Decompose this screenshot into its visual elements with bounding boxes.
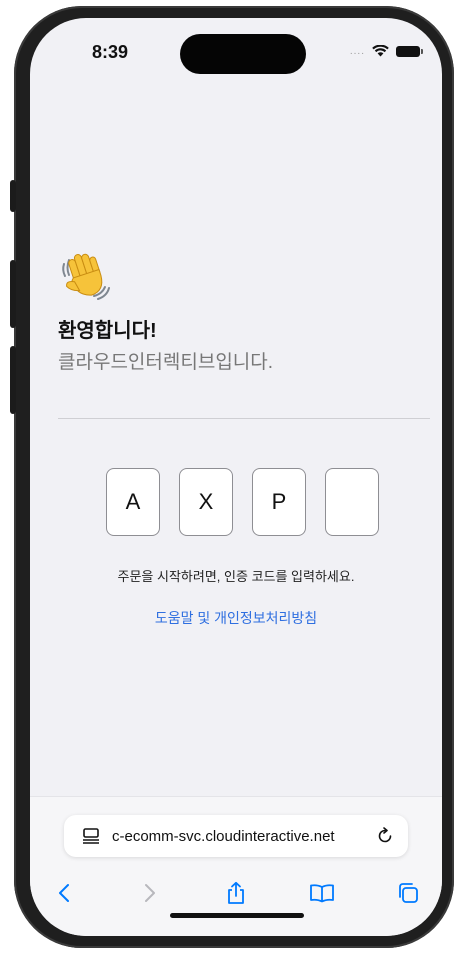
back-icon xyxy=(59,884,69,902)
tabs-icon xyxy=(399,883,418,903)
welcome-title: 환영합니다! xyxy=(58,320,157,342)
phone-screen: 8:39 .... 환영합니다! 클라우드인터렉티브입니다. A X P 주문을… xyxy=(30,18,442,936)
back-button[interactable] xyxy=(44,873,84,913)
url-text: c-ecomm-svc.cloudinteractive.net xyxy=(112,827,335,845)
code-box-3[interactable]: P xyxy=(252,468,306,536)
welcome-subtitle: 클라우드인터렉티브입니다. xyxy=(58,352,274,373)
divider xyxy=(58,418,430,419)
code-input-row: A X P xyxy=(106,468,379,536)
reload-icon[interactable] xyxy=(376,827,394,845)
share-icon xyxy=(228,881,244,904)
volume-up-button xyxy=(10,260,16,328)
browser-toolbar xyxy=(44,873,428,913)
code-box-1[interactable]: A xyxy=(106,468,160,536)
share-button[interactable] xyxy=(216,873,256,913)
forward-icon xyxy=(145,884,155,902)
code-instruction: 주문을 시작하려면, 인증 코드를 입력하세요. xyxy=(117,569,355,584)
code-box-2[interactable]: X xyxy=(179,468,233,536)
address-bar[interactable]: c-ecomm-svc.cloudinteractive.net xyxy=(64,815,408,857)
help-privacy-link[interactable]: 도움말 및 개인정보처리방침 xyxy=(30,608,442,628)
volume-down-button xyxy=(10,346,16,414)
page-settings-icon[interactable] xyxy=(82,828,100,844)
code-box-4[interactable] xyxy=(325,468,379,536)
bookmarks-icon xyxy=(310,884,334,903)
bookmarks-button[interactable] xyxy=(302,873,342,913)
forward-button[interactable] xyxy=(130,873,170,913)
silent-switch xyxy=(10,180,16,212)
tabs-button[interactable] xyxy=(388,873,428,913)
home-indicator xyxy=(170,913,304,918)
waving-hand-icon xyxy=(62,253,110,300)
